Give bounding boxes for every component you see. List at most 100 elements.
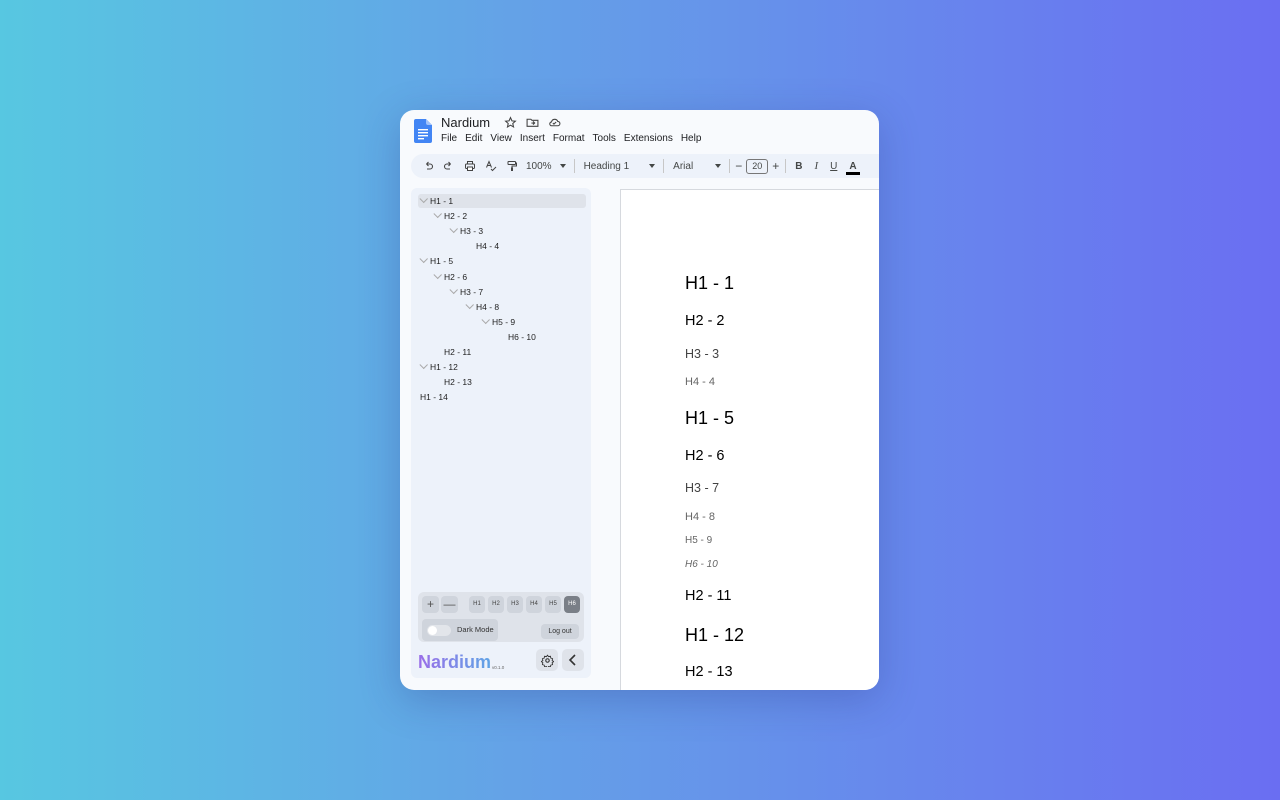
- outline-item[interactable]: H2 - 6: [433, 270, 468, 284]
- text-color-button[interactable]: A: [846, 161, 860, 175]
- menu-view[interactable]: View: [490, 133, 520, 144]
- outline-item[interactable]: H4 - 8: [465, 300, 499, 314]
- document-heading-h2[interactable]: H2 - 6: [685, 448, 725, 464]
- dark-mode-label: Dark Mode: [457, 625, 494, 634]
- outline-item[interactable]: H2 - 13: [444, 375, 472, 389]
- document-heading-h4[interactable]: H4 - 8: [685, 511, 715, 523]
- level-h1-button[interactable]: H1: [469, 596, 485, 613]
- document-heading-h3[interactable]: H3 - 7: [685, 481, 719, 495]
- chevron-left-icon: [568, 654, 576, 666]
- outline-item[interactable]: H2 - 2: [433, 209, 467, 223]
- document-heading-h2[interactable]: H2 - 2: [685, 313, 725, 329]
- font-value: Arial: [673, 160, 694, 172]
- bold-button[interactable]: B: [795, 161, 802, 172]
- outline-item[interactable]: H1 - 14: [420, 390, 448, 404]
- menu-format[interactable]: Format: [553, 133, 593, 144]
- chevron-down-icon[interactable]: [481, 315, 490, 324]
- outline-sidebar: H1 - 1 H2 - 2 H3 - 3 H4 - 4 H1 - 5 H2 - 6 H3 -…: [411, 188, 591, 678]
- decrease-font-size-button[interactable]: −: [735, 159, 742, 173]
- outline-item[interactable]: H5 - 9: [481, 315, 516, 329]
- divider: [785, 159, 787, 173]
- level-h3-button[interactable]: H3: [507, 596, 523, 613]
- collapse-all-button[interactable]: —: [441, 596, 458, 613]
- outline-item-label: H2 - 6: [444, 271, 468, 282]
- outline-item-label: H2 - 11: [444, 347, 472, 357]
- chevron-down-icon[interactable]: [433, 270, 442, 279]
- document-heading-h1[interactable]: H1 - 1: [685, 273, 734, 294]
- outline-item[interactable]: H6 - 10: [508, 330, 536, 344]
- chevron-down-icon[interactable]: [419, 255, 428, 264]
- menu-insert[interactable]: Insert: [520, 133, 553, 144]
- outline-item-label: H1 - 5: [430, 256, 454, 267]
- outline-item-label: H1 - 12: [430, 362, 458, 373]
- divider: [729, 159, 731, 173]
- document-heading-h2[interactable]: H2 - 13: [685, 664, 733, 680]
- paint-format-icon[interactable]: [505, 159, 519, 173]
- print-icon[interactable]: [463, 159, 477, 173]
- zoom-select[interactable]: 100%: [526, 161, 566, 172]
- chevron-down-icon: [649, 164, 656, 168]
- outline-item[interactable]: H3 - 7: [449, 285, 484, 299]
- document-heading-h3[interactable]: H3 - 3: [685, 347, 719, 361]
- dark-mode-toggle[interactable]: Dark Mode: [422, 619, 498, 641]
- style-value: Heading 1: [583, 160, 630, 172]
- spellcheck-icon[interactable]: [484, 159, 498, 173]
- settings-button[interactable]: [536, 649, 558, 671]
- level-h4-button[interactable]: H4: [526, 596, 542, 613]
- cloud-saved-icon[interactable]: [548, 116, 561, 129]
- outline-item-label: H5 - 9: [492, 316, 516, 327]
- level-h5-button[interactable]: H5: [545, 596, 561, 613]
- menu-tools[interactable]: Tools: [593, 133, 624, 144]
- chevron-down-icon[interactable]: [465, 300, 474, 309]
- outline-item-label: H4 - 4: [476, 241, 500, 252]
- level-h2-button[interactable]: H2: [488, 596, 504, 613]
- outline-item[interactable]: H1 - 12: [419, 360, 458, 374]
- font-select[interactable]: Arial: [673, 160, 722, 172]
- chevron-down-icon: [559, 164, 566, 168]
- document-heading-h1[interactable]: H1 - 12: [685, 625, 744, 646]
- italic-button[interactable]: I: [814, 160, 818, 172]
- move-to-folder-icon[interactable]: [526, 116, 539, 129]
- outline-item-label: H3 - 7: [460, 286, 484, 297]
- divider: [573, 159, 575, 173]
- level-h6-button[interactable]: H6: [564, 596, 580, 613]
- collapse-sidebar-button[interactable]: [562, 649, 584, 671]
- expand-all-button[interactable]: +: [422, 596, 439, 613]
- font-size-input[interactable]: 20: [746, 158, 769, 174]
- google-docs-icon[interactable]: [414, 119, 432, 143]
- version-label: v0.1.0: [492, 665, 505, 670]
- menu-help[interactable]: Help: [681, 133, 710, 144]
- chevron-down-icon[interactable]: [419, 194, 428, 204]
- logout-button[interactable]: Log out: [541, 624, 579, 639]
- undo-icon[interactable]: [421, 159, 435, 173]
- star-icon[interactable]: [504, 116, 517, 129]
- menu-file[interactable]: File: [441, 133, 465, 144]
- outline-item-label: H1 - 1: [430, 196, 454, 206]
- chevron-down-icon[interactable]: [419, 360, 428, 370]
- chevron-down-icon[interactable]: [449, 285, 458, 294]
- menu-extensions[interactable]: Extensions: [624, 133, 681, 144]
- outline-item-label: H3 - 3: [460, 226, 484, 237]
- menu-edit[interactable]: Edit: [465, 133, 490, 144]
- style-select[interactable]: Heading 1: [584, 161, 656, 172]
- document-page[interactable]: H1 - 1 H2 - 2 H3 - 3 H4 - 4 H1 - 5 H2 - 6 H3 -…: [620, 189, 879, 690]
- document-heading-h2[interactable]: H2 - 11: [685, 588, 731, 604]
- document-heading-h5[interactable]: H5 - 9: [685, 535, 712, 546]
- toggle-switch[interactable]: [427, 625, 451, 636]
- document-heading-h4[interactable]: H4 - 4: [685, 376, 715, 388]
- outline-item[interactable]: H1 - 5: [419, 254, 454, 268]
- outline-item[interactable]: H3 - 3: [449, 224, 484, 238]
- document-heading-h1[interactable]: H1 - 5: [685, 408, 734, 429]
- chevron-down-icon[interactable]: [433, 209, 442, 219]
- chevron-down-icon: [715, 164, 722, 168]
- chevron-down-icon[interactable]: [449, 224, 458, 234]
- increase-font-size-button[interactable]: +: [772, 159, 779, 173]
- outline-controls: + — H1 H2 H3 H4 H5 H6 Dark Mode Log out: [418, 592, 584, 642]
- outline-item[interactable]: H4 - 4: [476, 239, 499, 253]
- outline-item[interactable]: H1 - 1: [418, 194, 586, 208]
- underline-button[interactable]: U: [830, 161, 837, 172]
- outline-item[interactable]: H2 - 11: [444, 345, 471, 359]
- document-title[interactable]: Nardium: [441, 115, 490, 130]
- document-heading-h6[interactable]: H6 - 10: [685, 559, 718, 570]
- redo-icon[interactable]: [442, 159, 456, 173]
